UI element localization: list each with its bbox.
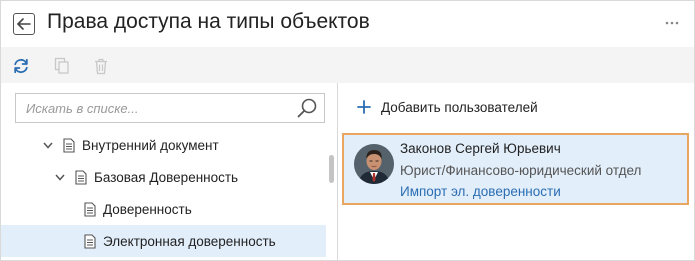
delete-button[interactable] xyxy=(90,55,112,77)
more-dots-icon xyxy=(665,21,679,25)
more-options-button[interactable] xyxy=(662,13,682,33)
copy-icon xyxy=(54,57,69,74)
page-title: Права доступа на типы объектов xyxy=(47,10,370,33)
tree-item-basic-power-of-attorney[interactable]: Базовая Доверенность xyxy=(1,161,326,193)
plus-icon xyxy=(357,100,371,114)
copy-button[interactable] xyxy=(51,55,73,77)
toolbar xyxy=(1,47,694,83)
trash-icon xyxy=(95,58,107,74)
search-icon[interactable] xyxy=(296,97,318,119)
tree-item-power-of-attorney[interactable]: Доверенность xyxy=(1,193,326,225)
search-input[interactable] xyxy=(16,94,291,122)
document-icon xyxy=(75,169,87,185)
tree-item-label: Базовая Доверенность xyxy=(94,169,239,185)
tree-item-label: Электронная доверенность xyxy=(103,233,276,249)
chevron-down-icon[interactable] xyxy=(41,138,55,152)
document-icon xyxy=(84,201,96,217)
access-right-link[interactable]: Импорт эл. доверенности xyxy=(400,184,561,199)
refresh-icon xyxy=(14,58,28,74)
access-rights-window: Права доступа на типы объектов Искать в … xyxy=(0,0,695,261)
object-types-pane: Внутренний документ Базовая Доверенность… xyxy=(1,83,338,260)
search-box xyxy=(15,93,325,123)
arrow-left-icon xyxy=(17,18,31,30)
back-button[interactable] xyxy=(13,13,35,35)
add-users-button[interactable]: Добавить пользователей xyxy=(357,97,538,117)
user-name: Законов Сергей Юрьевич xyxy=(400,141,561,156)
chevron-down-icon[interactable] xyxy=(53,170,67,184)
avatar xyxy=(354,144,394,184)
user-department: Юрист/Финансово-юридический отдел xyxy=(400,163,642,178)
tree-item-label: Внутренний документ xyxy=(82,137,219,153)
tree-scrollbar[interactable] xyxy=(329,155,334,183)
tree-item-internal-document[interactable]: Внутренний документ xyxy=(1,129,326,161)
add-users-label: Добавить пользователей xyxy=(381,99,538,115)
document-icon xyxy=(63,137,75,153)
document-icon xyxy=(84,233,96,249)
refresh-button[interactable] xyxy=(10,55,32,77)
user-card[interactable]: Законов Сергей Юрьевич Юрист/Финансово-ю… xyxy=(342,133,689,205)
tree-item-label: Доверенность xyxy=(103,201,192,217)
users-pane: Добавить пользователей Законов Сергей Юр… xyxy=(339,83,694,260)
header: Права доступа на типы объектов xyxy=(1,1,694,47)
tree-item-electronic-power-of-attorney[interactable]: Электронная доверенность xyxy=(1,225,326,257)
